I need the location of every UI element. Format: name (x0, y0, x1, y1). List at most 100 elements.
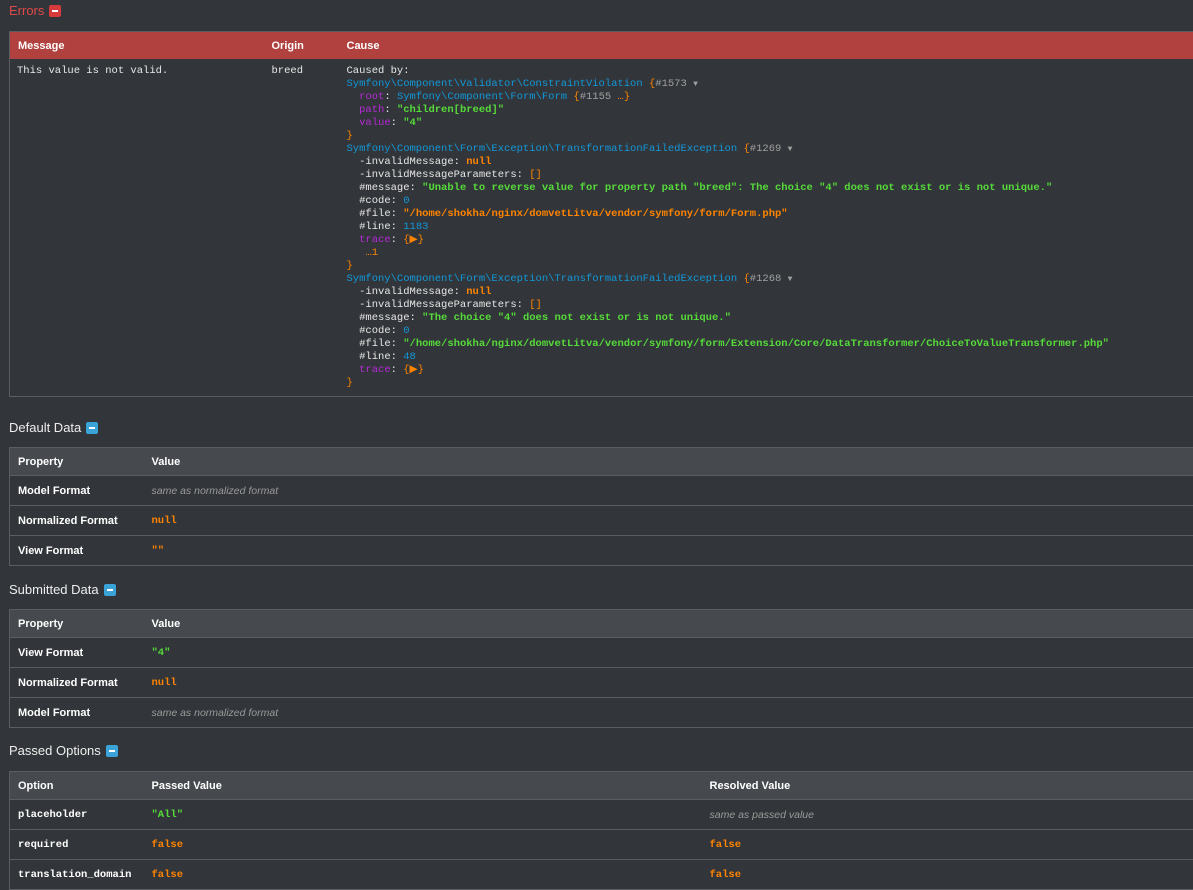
option-cell: translation_domain (10, 860, 144, 890)
exception2-class[interactable]: Symfony\Component\Form\Exception\Transfo… (347, 273, 738, 285)
submitted-data-collapse-minus-icon[interactable] (104, 584, 116, 596)
passed-options-collapse-minus-icon[interactable] (106, 745, 118, 757)
exception2-invalid-params-key: -invalidMessageParameters (359, 299, 517, 311)
resolved-value-cell: false (702, 860, 1193, 890)
column-value: Value (144, 448, 1193, 476)
caret-down-icon[interactable]: ▼ (788, 275, 793, 284)
exception2-code-value: 0 (403, 325, 409, 337)
submitted-data-table: Property Value View Format "4" Normalize… (9, 609, 1193, 728)
value-cell: "4" (144, 638, 1193, 668)
exception1-message-value: "Unable to reverse value for property pa… (422, 182, 1052, 194)
error-cause: Caused by: Symfony\Component\Validator\C… (339, 59, 1193, 396)
passed-options-title: Passed Options (9, 743, 118, 758)
exception1-line-value: 1183 (403, 221, 428, 233)
exception1-invalid-params-value: [] (529, 169, 542, 181)
exception1-code-value: 0 (403, 195, 409, 207)
submitted-data-header: Property Value (10, 610, 1193, 638)
error-origin: breed (264, 59, 339, 396)
exception2-invalid-params-value: [] (529, 299, 542, 311)
exception1-ref: #1269 (750, 143, 782, 155)
exception2-line-key: #line (359, 351, 391, 363)
resolved-value-cell: false (702, 830, 1193, 860)
value-value: "4" (403, 117, 422, 129)
table-row: Normalized Format null (10, 668, 1193, 698)
resolved-value-cell: same as passed value (702, 800, 1193, 830)
default-data-collapse-minus-icon[interactable] (86, 422, 98, 434)
exception1-file-value: "/home/shokha/nginx/domvetLitva/vendor/s… (403, 208, 787, 220)
caret-down-icon[interactable]: ▼ (788, 145, 793, 154)
errors-table-header: Message Origin Cause (10, 32, 1193, 60)
property-cell: View Format (10, 638, 144, 668)
table-row: placeholder "All" same as passed value (10, 800, 1193, 830)
exception2-line-value: 48 (403, 351, 416, 363)
violation-ref: #1573 (655, 78, 687, 90)
violation-class[interactable]: Symfony\Component\Validator\ConstraintVi… (347, 78, 643, 90)
root-ref: #1155 (580, 91, 612, 103)
exception2-invalid-message-value: null (466, 286, 491, 298)
column-origin: Origin (264, 32, 339, 60)
exception2-file-value: "/home/shokha/nginx/domvetLitva/vendor/s… (403, 338, 1109, 350)
passed-value-cell: false (144, 830, 702, 860)
value-cell: null (144, 506, 1193, 536)
value-cell: null (144, 668, 1193, 698)
value-cell: same as normalized format (144, 698, 1193, 728)
passed-options-table: Option Passed Value Resolved Value place… (9, 771, 1193, 890)
caret-down-icon[interactable]: ▼ (693, 80, 698, 89)
root-class[interactable]: Symfony\Component\Form\Form (397, 91, 567, 103)
column-property: Property (10, 448, 144, 476)
errors-title: Errors (9, 3, 61, 18)
exception1-invalid-message-key: -invalidMessage (359, 156, 454, 168)
root-more[interactable]: …} (618, 91, 631, 103)
value-cell: same as normalized format (144, 476, 1193, 506)
exception1-trace-key: trace (359, 234, 391, 246)
property-cell: Normalized Format (10, 506, 144, 536)
path-value: "children[breed]" (397, 104, 504, 116)
table-row: Model Format same as normalized format (10, 698, 1193, 728)
exception2-file-key: #file (359, 338, 391, 350)
default-data-table: Property Value Model Format same as norm… (9, 447, 1193, 566)
exception2-message-key: #message (359, 312, 409, 324)
option-cell: placeholder (10, 800, 144, 830)
errors-table: Message Origin Cause This value is not v… (9, 31, 1193, 397)
exception2-invalid-message-key: -invalidMessage (359, 286, 454, 298)
value-cell: "" (144, 536, 1193, 566)
submitted-data-title: Submitted Data (9, 582, 116, 597)
default-data-header: Property Value (10, 448, 1193, 476)
exception2-ref: #1268 (750, 273, 782, 285)
default-data-title: Default Data (9, 420, 98, 435)
exception1-class[interactable]: Symfony\Component\Form\Exception\Transfo… (347, 143, 738, 155)
errors-collapse-minus-icon[interactable] (49, 5, 61, 17)
exception1-trace-more[interactable]: …1 (365, 247, 378, 259)
path-key: path (359, 104, 384, 116)
error-row: This value is not valid. breed Caused by… (10, 59, 1193, 396)
caused-by-label: Caused by: (347, 65, 410, 77)
exception1-invalid-params-key: -invalidMessageParameters (359, 169, 517, 181)
exception2-trace-toggle[interactable]: {▶} (403, 364, 424, 376)
error-message: This value is not valid. (10, 59, 264, 396)
column-cause: Cause (339, 32, 1193, 60)
passed-value-cell: "All" (144, 800, 702, 830)
exception1-trace-toggle[interactable]: {▶} (403, 234, 424, 246)
option-cell: required (10, 830, 144, 860)
column-value: Value (144, 610, 1193, 638)
exception2-trace-key: trace (359, 364, 391, 376)
exception1-file-key: #file (359, 208, 391, 220)
passed-options-header: Option Passed Value Resolved Value (10, 772, 1193, 800)
property-cell: Model Format (10, 476, 144, 506)
property-cell: Model Format (10, 698, 144, 728)
table-row: View Format "4" (10, 638, 1193, 668)
passed-options-title-text: Passed Options (9, 743, 101, 758)
submitted-data-title-text: Submitted Data (9, 582, 99, 597)
default-data-title-text: Default Data (9, 420, 81, 435)
table-row: translation_domain false false (10, 860, 1193, 890)
table-row: View Format "" (10, 536, 1193, 566)
column-resolved-value: Resolved Value (702, 772, 1193, 800)
exception2-message-value: "The choice "4" does not exist or is not… (422, 312, 731, 324)
cause-dump: Caused by: Symfony\Component\Validator\C… (347, 65, 1193, 390)
property-cell: View Format (10, 536, 144, 566)
value-key: value (359, 117, 391, 129)
column-message: Message (10, 32, 264, 60)
table-row: required false false (10, 830, 1193, 860)
table-row: Normalized Format null (10, 506, 1193, 536)
exception1-message-key: #message (359, 182, 409, 194)
